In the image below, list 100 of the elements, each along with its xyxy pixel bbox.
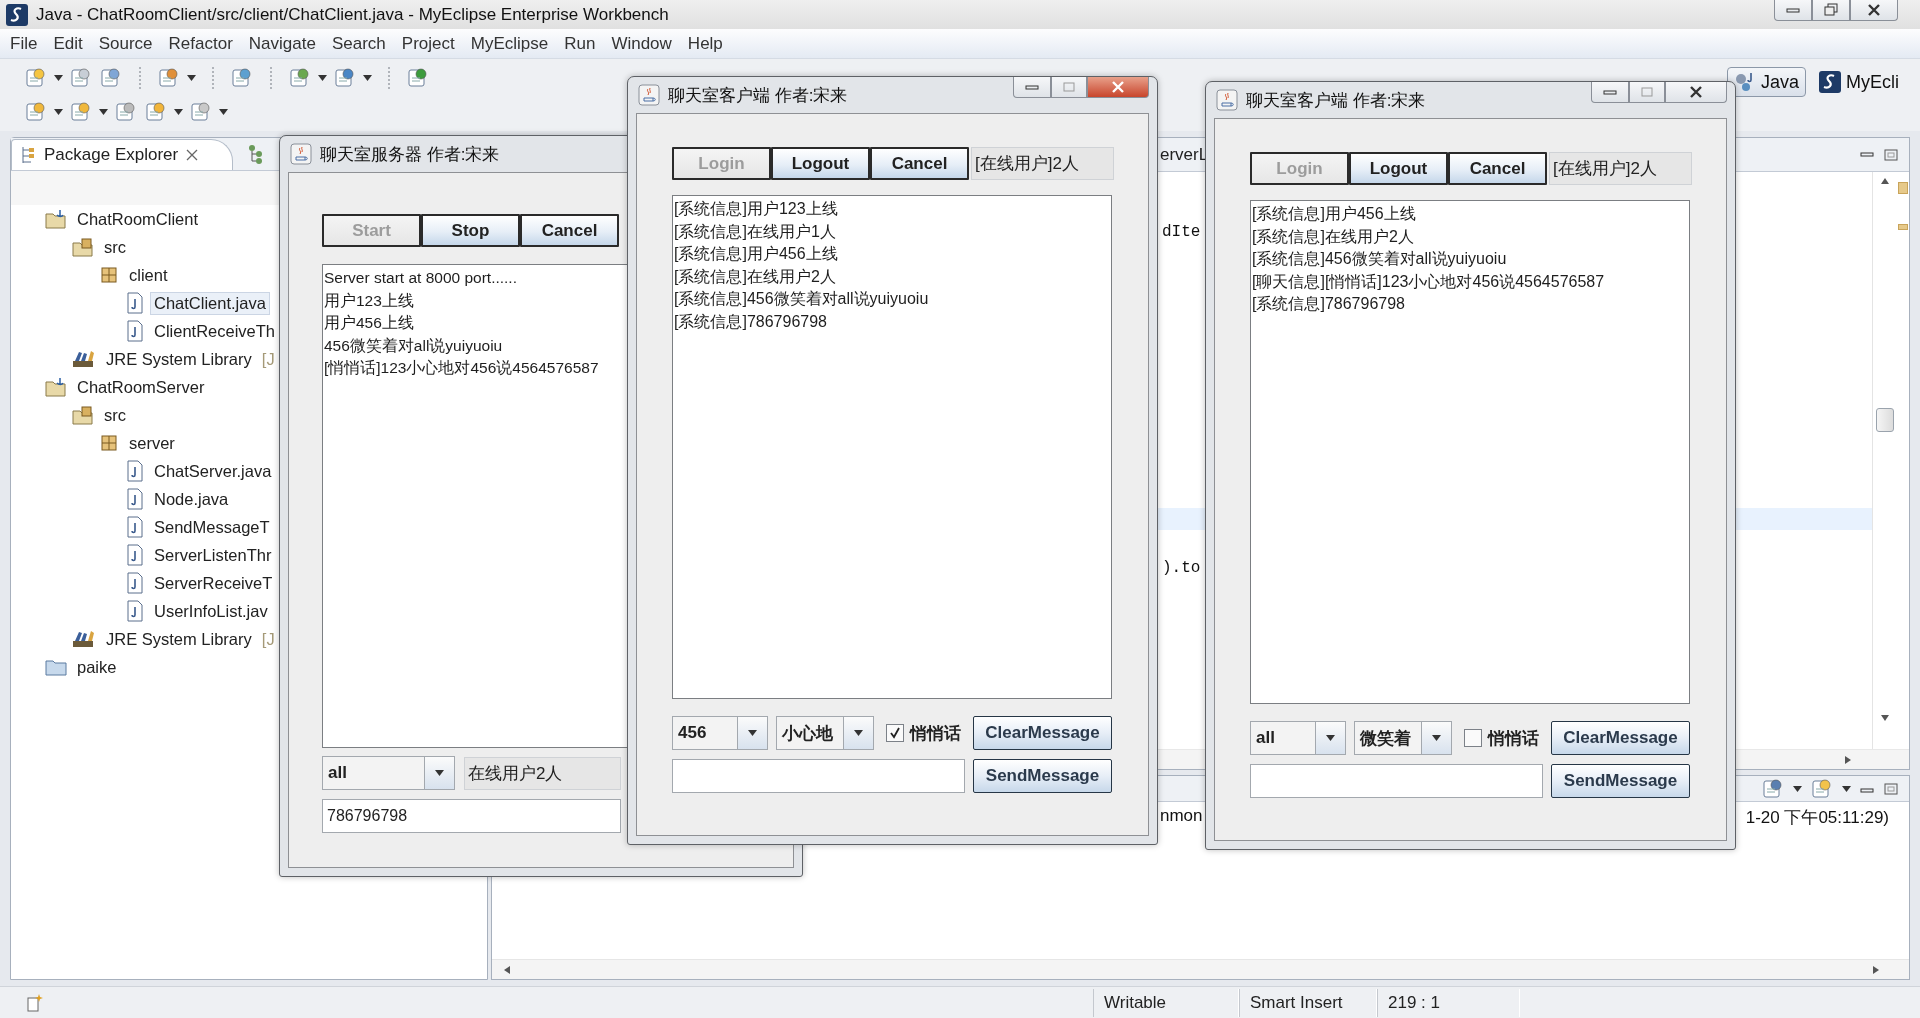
toolbar-button[interactable]: Logout — [771, 147, 870, 180]
dropdown-caret-icon[interactable] — [219, 109, 228, 115]
dropdown-caret-icon[interactable] — [748, 730, 757, 736]
menu-item[interactable]: MyEclipse — [462, 33, 557, 54]
tree-item[interactable]: ChatServer.java — [150, 459, 276, 483]
manner-dropdown[interactable]: 小心地 — [776, 716, 874, 750]
library-icon — [72, 349, 96, 369]
maximize-icon[interactable] — [1883, 147, 1899, 162]
target-dropdown[interactable]: 456 — [672, 716, 768, 750]
menu-item[interactable]: Run — [556, 33, 604, 54]
dropdown-caret-icon[interactable] — [1793, 785, 1802, 792]
toolbar-button[interactable]: Cancel — [520, 214, 619, 247]
dropdown-caret-icon[interactable] — [854, 730, 863, 736]
close-icon[interactable] — [186, 149, 199, 161]
online-count: 在线用户2人 — [464, 756, 621, 790]
tree-item[interactable]: paike — [73, 655, 121, 679]
editor-tab[interactable]: erverL — [1160, 144, 1209, 165]
close-button[interactable] — [1087, 77, 1149, 98]
tree-item[interactable]: src — [100, 235, 130, 259]
scrollbar-thumb[interactable] — [1875, 408, 1894, 432]
dropdown-caret-icon[interactable] — [363, 75, 372, 81]
dropdown-caret-icon[interactable] — [1326, 735, 1335, 741]
tree-item[interactable]: SendMessageT — [150, 515, 274, 539]
toolbar-button[interactable]: Stop — [421, 214, 520, 247]
dropdown-caret-icon[interactable] — [1432, 735, 1441, 741]
tree-item[interactable]: server — [125, 431, 179, 455]
menu-item[interactable]: File — [2, 33, 46, 54]
menu-item[interactable]: Window — [603, 33, 680, 54]
menu-item[interactable]: Help — [679, 33, 731, 54]
tree-item[interactable]: ChatRoomServer — [73, 375, 209, 399]
dropdown-caret-icon[interactable] — [187, 75, 196, 81]
tree-item[interactable]: ServerReceiveT — [150, 571, 277, 595]
tree-item[interactable]: Node.java — [150, 487, 233, 511]
menu-item[interactable]: Navigate — [240, 33, 324, 54]
tree-item[interactable]: src — [100, 403, 130, 427]
toolbar-button[interactable]: Cancel — [1448, 152, 1547, 185]
whisper-checkbox[interactable] — [886, 724, 904, 742]
close-icon — [1688, 86, 1704, 98]
message-field[interactable]: 786796798 — [322, 799, 621, 833]
tree-item[interactable]: JRE System Library — [102, 347, 256, 371]
horizontal-scrollbar[interactable] — [492, 959, 1909, 979]
send-message-button[interactable]: SendMessage — [1551, 764, 1690, 798]
maximize-button[interactable] — [1051, 77, 1087, 98]
annotation-marker[interactable] — [1897, 182, 1908, 194]
fast-view-icon[interactable] — [26, 992, 44, 1013]
dropdown-caret-icon[interactable] — [54, 75, 63, 81]
menu-item[interactable]: Refactor — [160, 33, 241, 54]
menu-item[interactable]: Project — [393, 33, 463, 54]
tree-item[interactable]: ChatClient.java — [150, 291, 270, 315]
scroll-left-icon[interactable] — [502, 964, 512, 975]
dropdown-caret-icon[interactable] — [435, 770, 444, 776]
minimize-button[interactable] — [1013, 77, 1051, 98]
clear-message-button[interactable]: ClearMessage — [973, 716, 1112, 750]
manner-dropdown[interactable]: 微笑着 — [1354, 721, 1452, 755]
dropdown-caret-icon[interactable] — [99, 109, 108, 115]
dropdown-caret-icon[interactable] — [174, 109, 183, 115]
tree-item[interactable]: JRE System Library — [102, 627, 256, 651]
scroll-up-icon[interactable] — [1879, 176, 1890, 186]
checkbox-label[interactable]: 悄悄话 — [1488, 726, 1539, 750]
message-field[interactable] — [1250, 764, 1543, 798]
dropdown-caret-icon[interactable] — [1842, 785, 1851, 792]
target-dropdown[interactable]: all — [1250, 721, 1346, 755]
perspective-button[interactable]: Java — [1726, 67, 1806, 97]
perspective-button[interactable]: MyEcli — [1812, 67, 1906, 97]
minimize-button[interactable] — [1774, 0, 1812, 21]
checkbox-label[interactable]: 悄悄话 — [910, 721, 961, 745]
dropdown-caret-icon[interactable] — [318, 75, 327, 81]
scroll-right-icon[interactable] — [1871, 964, 1881, 975]
tree-item[interactable]: ClientReceiveTh — [150, 319, 280, 343]
menu-item[interactable]: Search — [323, 33, 394, 54]
scroll-down-icon[interactable] — [1879, 713, 1890, 723]
console-text: 1-20 下午05:11:29) — [1745, 807, 1889, 829]
menu-item[interactable]: Edit — [45, 33, 91, 54]
maximize-button[interactable] — [1629, 82, 1665, 103]
toolbar-button[interactable]: Cancel — [870, 147, 969, 180]
send-message-button[interactable]: SendMessage — [973, 759, 1112, 793]
tree-item[interactable]: UserInfoList.jav — [150, 599, 272, 623]
message-field[interactable] — [672, 759, 965, 793]
scroll-right-icon[interactable] — [1843, 754, 1853, 765]
toolbar-button[interactable]: Logout — [1349, 152, 1448, 185]
close-icon — [1110, 81, 1126, 93]
minimize-button[interactable] — [1591, 82, 1629, 103]
close-button[interactable] — [1850, 0, 1898, 21]
tree-item[interactable]: ServerListenThr — [150, 543, 276, 567]
minimize-icon — [1603, 88, 1617, 96]
tree-item[interactable]: client — [125, 263, 172, 287]
minimize-icon — [1025, 83, 1039, 91]
menu-item[interactable]: Source — [90, 33, 161, 54]
annotation-marker[interactable] — [1897, 224, 1908, 230]
clear-message-button[interactable]: ClearMessage — [1551, 721, 1690, 755]
tree-item[interactable]: ChatRoomClient — [73, 207, 203, 231]
dialog-title: 聊天室客户端 作者:宋来 — [668, 84, 848, 107]
status-text: 219 : 1 — [1377, 988, 1520, 1017]
view-tab[interactable]: Package Explorer — [11, 139, 234, 170]
close-button[interactable] — [1665, 82, 1727, 103]
maximize-icon[interactable] — [1883, 781, 1899, 796]
vertical-scrollbar[interactable] — [1872, 172, 1896, 749]
dropdown-caret-icon[interactable] — [54, 109, 63, 115]
target-dropdown[interactable]: all — [322, 756, 455, 790]
whisper-checkbox[interactable] — [1464, 729, 1482, 747]
